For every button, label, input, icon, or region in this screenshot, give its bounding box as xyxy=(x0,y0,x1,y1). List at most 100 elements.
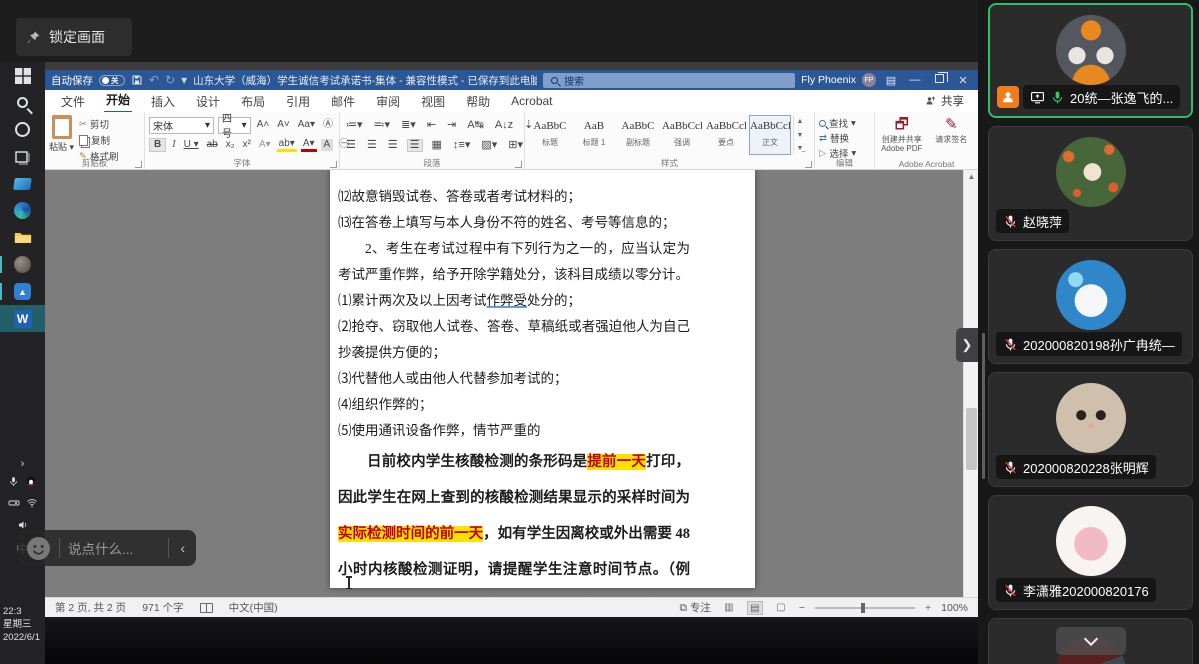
request-signature-button[interactable]: ✎ 请求签名 xyxy=(929,115,975,154)
distribute-icon[interactable]: ▦ xyxy=(430,139,444,151)
zoom-slider[interactable] xyxy=(815,602,915,613)
styles-gallery-arrows[interactable]: ▲ ▼ ▼̲ xyxy=(793,115,806,155)
cortana-icon[interactable] xyxy=(0,116,45,143)
find-button[interactable]: 查找 ▾ xyxy=(819,116,870,130)
tab-邮件[interactable]: 邮件 xyxy=(329,90,357,113)
zoom-slider-thumb[interactable] xyxy=(861,602,865,613)
minimize-button[interactable]: — xyxy=(906,74,924,86)
edge-icon[interactable] xyxy=(0,197,45,224)
participant-tile[interactable] xyxy=(988,618,1193,664)
participant-tile[interactable]: 20统—张逸飞的... xyxy=(988,3,1193,118)
close-button[interactable]: ✕ xyxy=(954,74,972,87)
asian-layout-icon[interactable]: A↹ xyxy=(465,119,486,131)
word-count[interactable]: 971 个字 xyxy=(142,600,183,615)
clipboard-dialog-launcher[interactable] xyxy=(135,161,142,168)
zoom-in-icon[interactable]: + xyxy=(925,602,931,614)
replace-button[interactable]: ⇄ 替换 xyxy=(819,131,870,146)
style-要点[interactable]: AaBbCcD要点 xyxy=(705,115,747,155)
zoom-level[interactable]: 100% xyxy=(941,602,968,614)
participant-tile[interactable]: 李潇雅202000820176 xyxy=(988,495,1193,610)
scrollbar-thumb[interactable] xyxy=(966,408,977,470)
language-indicator[interactable]: 中文(中国) xyxy=(229,600,278,615)
justify-icon[interactable]: ☰ xyxy=(406,138,423,152)
strikethrough-button[interactable]: ab xyxy=(205,140,220,150)
quick-access-caret-icon[interactable]: ▾ xyxy=(181,74,187,86)
underline-button[interactable]: U ▾ xyxy=(182,140,201,150)
multilevel-list-icon[interactable]: ≣▾ xyxy=(399,119,418,131)
tab-引用[interactable]: 引用 xyxy=(284,90,312,113)
copy-button[interactable]: 复制 xyxy=(79,133,118,147)
shrink-font-icon[interactable]: A˅ xyxy=(275,120,292,130)
web-layout-icon[interactable]: ▢ xyxy=(773,601,789,615)
search-icon[interactable] xyxy=(0,89,45,116)
superscript-button[interactable]: x² xyxy=(241,140,253,150)
tab-审阅[interactable]: 审阅 xyxy=(374,90,402,113)
save-icon[interactable] xyxy=(131,74,143,86)
account-avatar[interactable]: FP xyxy=(862,73,876,87)
align-left-icon[interactable]: ☰ xyxy=(344,139,358,151)
hide-video-panel-button[interactable]: ❯ xyxy=(956,328,978,362)
participant-tile[interactable]: 202000820198孙广冉统— xyxy=(988,249,1193,364)
borders-icon[interactable]: ⊞▾ xyxy=(506,139,525,151)
read-mode-icon[interactable]: ▥ xyxy=(721,601,737,615)
line-spacing-icon[interactable]: ↕≡▾ xyxy=(451,139,472,151)
print-layout-icon[interactable]: ▤ xyxy=(746,600,763,615)
projector-tray-icon[interactable] xyxy=(8,496,20,514)
lock-view-button[interactable]: 锁定画面 xyxy=(16,18,132,56)
document-page[interactable]: ⑿故意销毁试卷、答卷或者考试材料的； ⒀在答卷上填写与本人身份不符的姓名、考号等信… xyxy=(330,170,755,588)
chat-input[interactable]: 说点什么... xyxy=(68,538,160,558)
decrease-indent-icon[interactable]: ⇤ xyxy=(425,119,438,131)
align-right-icon[interactable]: ☰ xyxy=(386,139,400,151)
cut-button[interactable]: ✂ 剪切 xyxy=(79,117,118,132)
subscript-button[interactable]: x₂ xyxy=(224,140,237,150)
participant-tile[interactable]: 202000820228张明辉 xyxy=(988,372,1193,487)
numbering-icon[interactable]: ≕▾ xyxy=(372,119,393,131)
text-effects-icon[interactable]: A▾ xyxy=(257,140,273,150)
tab-文件[interactable]: 文件 xyxy=(59,90,87,113)
scroll-up-icon[interactable]: ▲ xyxy=(964,170,978,184)
grow-font-icon[interactable]: A˄ xyxy=(255,120,272,130)
styles-dialog-launcher[interactable] xyxy=(805,161,812,168)
bullets-icon[interactable]: ≔▾ xyxy=(344,119,365,131)
shading-icon[interactable]: ▨▾ xyxy=(479,139,499,151)
tab-设计[interactable]: 设计 xyxy=(194,90,222,113)
bold-button[interactable]: B xyxy=(149,138,167,152)
remote-app-icon[interactable] xyxy=(0,170,45,197)
change-case-icon[interactable]: Aa▾ xyxy=(296,120,317,130)
taskbar-clock[interactable]: 22:3 星期三 2022/6/1 xyxy=(3,605,40,644)
char-shading-icon[interactable]: A xyxy=(320,139,334,151)
font-color-button[interactable]: A▾ xyxy=(300,138,317,152)
paragraph-dialog-launcher[interactable] xyxy=(515,161,522,168)
emoji-icon[interactable] xyxy=(26,536,51,561)
sort-icon[interactable]: A↓z xyxy=(493,119,515,131)
style-强调[interactable]: AaBbCcDi强调 xyxy=(661,115,703,155)
font-family-select[interactable]: 宋体 ▾ xyxy=(149,116,215,134)
tab-视图[interactable]: 视图 xyxy=(419,90,447,113)
proofing-icon[interactable] xyxy=(199,602,213,613)
tab-布局[interactable]: 布局 xyxy=(239,90,267,113)
focus-mode-button[interactable]: ⧉ 专注 xyxy=(679,600,710,615)
tab-Acrobat[interactable]: Acrobat xyxy=(509,91,554,111)
file-explorer-icon[interactable] xyxy=(0,224,45,251)
align-center-icon[interactable]: ☰ xyxy=(365,139,379,151)
participant-tile[interactable]: 赵晓萍 xyxy=(988,126,1193,241)
style-副标题[interactable]: AaBbC 副标题 xyxy=(617,115,659,155)
style-标题 1[interactable]: AaB 标题 1 xyxy=(573,115,615,155)
tab-开始[interactable]: 开始 xyxy=(104,88,133,114)
restore-button[interactable] xyxy=(930,72,948,86)
chat-collapse-icon[interactable]: ‹ xyxy=(177,540,188,556)
word-icon[interactable]: W xyxy=(0,305,45,332)
qq-tray-icon[interactable] xyxy=(25,474,37,492)
undo-icon[interactable]: ↶ xyxy=(149,74,159,86)
page-indicator[interactable]: 第 2 页, 共 2 页 xyxy=(55,600,126,615)
wifi-tray-icon[interactable] xyxy=(26,496,38,514)
contact-app-icon[interactable] xyxy=(0,251,45,278)
tab-帮助[interactable]: 帮助 xyxy=(464,90,492,113)
style-标题[interactable]: AaBbC 标题 xyxy=(529,115,571,155)
create-pdf-button[interactable]: 🗗 创建并共享 Adobe PDF xyxy=(879,115,925,154)
font-dialog-launcher[interactable] xyxy=(330,161,337,168)
mic-tray-icon[interactable] xyxy=(8,474,19,492)
char-border-icon[interactable]: Ⓐ xyxy=(321,120,335,130)
autosave-toggle[interactable]: 关 xyxy=(99,74,125,86)
ribbon-display-options-icon[interactable]: ▤ xyxy=(882,74,900,87)
